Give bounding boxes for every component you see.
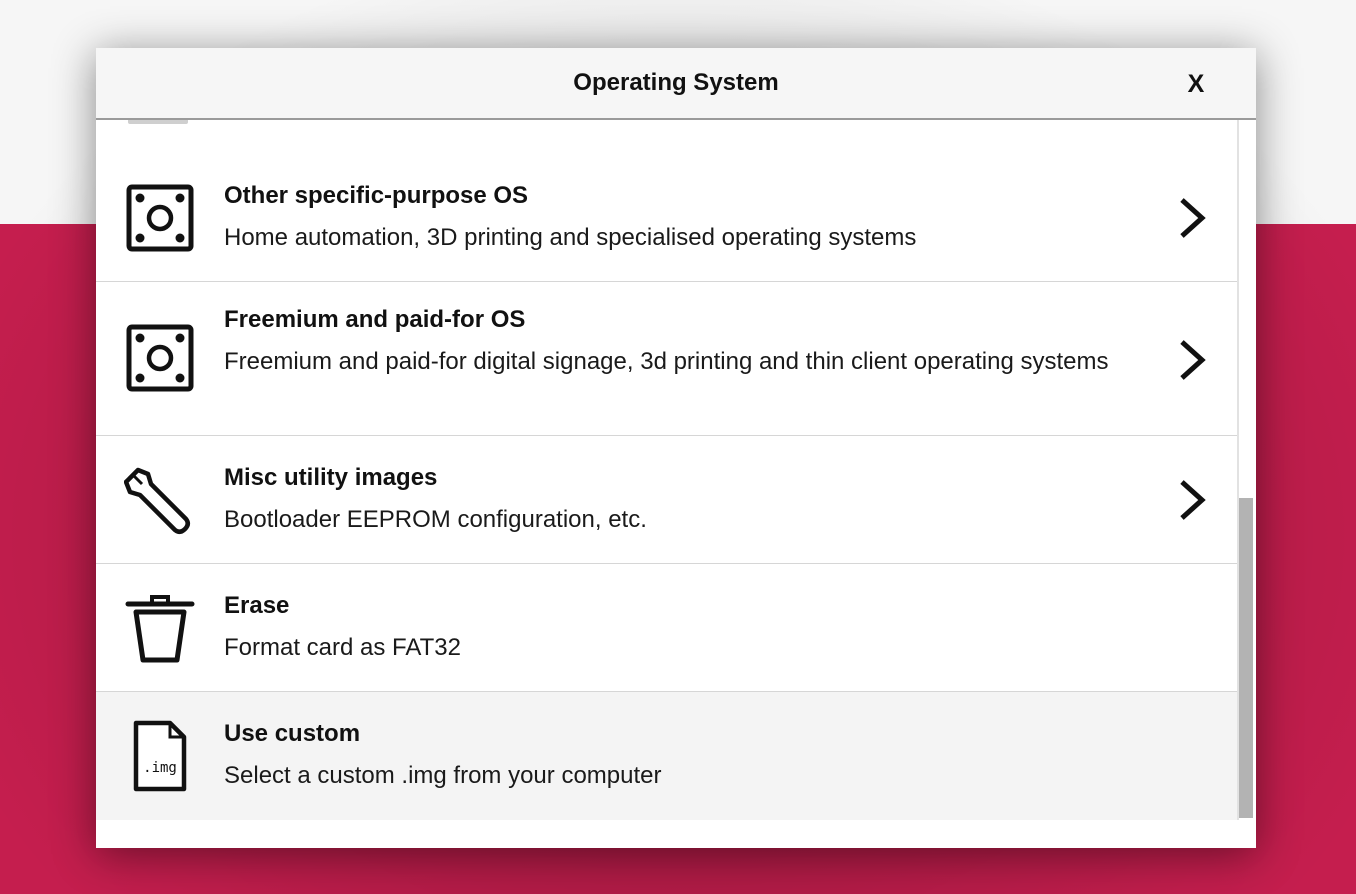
item-description: Select a custom .img from your computer: [224, 762, 662, 789]
item-description: Format card as FAT32: [224, 634, 461, 661]
list-item-erase[interactable]: Erase Format card as FAT32: [96, 564, 1237, 692]
dialog-title: Operating System: [573, 69, 779, 96]
chevron-right-icon: [1180, 480, 1206, 520]
list-scrollbar[interactable]: [1237, 120, 1256, 820]
item-title: Misc utility images: [224, 464, 438, 491]
item-title: Other specific-purpose OS: [224, 182, 529, 209]
list-item-partial[interactable]: [96, 118, 1237, 155]
item-description: Freemium and paid-for digital signage, 3…: [224, 348, 1109, 375]
close-button[interactable]: X: [1176, 64, 1216, 104]
list-item-other-specific-purpose-os[interactable]: Other specific-purpose OS Home automatio…: [96, 154, 1237, 282]
list-item-freemium-and-paid-for-os[interactable]: Freemium and paid-for OS Freemium and pa…: [96, 282, 1237, 436]
trash-icon: [125, 595, 195, 663]
os-list: Other specific-purpose OS Home automatio…: [96, 48, 1237, 820]
dialog-header: Operating System X: [96, 48, 1256, 120]
item-title: Erase: [224, 592, 290, 619]
list-item-misc-utility-images[interactable]: Misc utility images Bootloader EEPROM co…: [96, 436, 1237, 564]
item-title: Use custom: [224, 720, 361, 747]
item-title: Freemium and paid-for OS: [224, 306, 526, 333]
list-item-use-custom[interactable]: .img Use custom Select a custom .img fro…: [96, 692, 1237, 820]
board-icon: [126, 324, 194, 392]
img-file-icon: .img: [133, 720, 187, 792]
item-description: Home automation, 3D printing and special…: [224, 224, 917, 251]
operating-system-dialog: Other specific-purpose OS Home automatio…: [96, 48, 1256, 848]
img-file-label: .img: [143, 760, 177, 776]
chevron-right-icon: [1180, 340, 1206, 380]
chevron-right-icon: [1180, 198, 1206, 238]
app-window: Other specific-purpose OS Home automatio…: [0, 0, 1356, 894]
board-icon: [126, 184, 194, 252]
item-description: Bootloader EEPROM configuration, etc.: [224, 506, 647, 533]
wrench-icon: [124, 467, 190, 534]
scrollbar-thumb[interactable]: [1239, 498, 1253, 818]
